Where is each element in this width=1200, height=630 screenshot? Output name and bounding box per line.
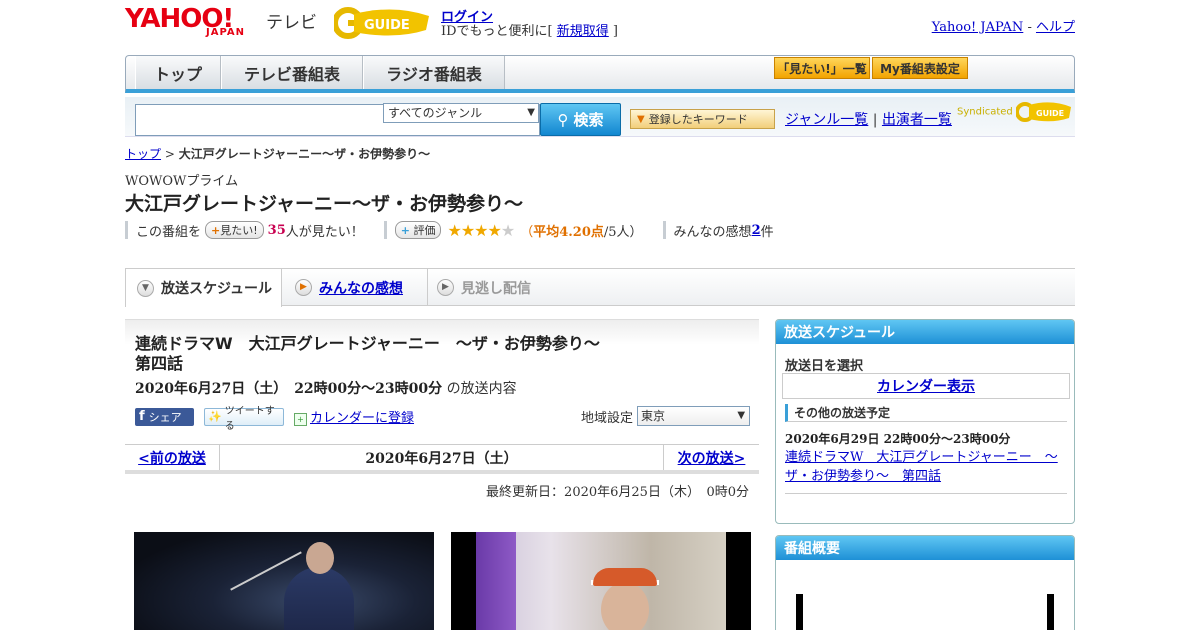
region-select[interactable]: 東京 ▼ [637, 406, 751, 426]
other-schedule-link[interactable]: 連続ドラマW 大江戸グレートジャーニー ～ザ・お伊勢参り～ 第四話 [785, 448, 1067, 486]
genre-select[interactable]: すべてのジャンル ▼ [383, 103, 539, 123]
nav-tab-top[interactable]: トップ [135, 56, 221, 89]
prev-broadcast-link[interactable]: <前の放送 [138, 448, 206, 468]
region-setting: 地域設定 東京 ▼ [581, 406, 751, 426]
other-schedule-date: 2020年6月29日 22時00分～23時00分 [785, 432, 1011, 446]
gguide-small-icon: GUIDE [1014, 102, 1071, 122]
calendar-display-button[interactable]: カレンダー表示 [782, 373, 1070, 399]
triangle-down-icon: ▼ [637, 113, 645, 125]
twitter-icon: ✨ [208, 410, 222, 423]
star-rating: ★★★★★ [447, 220, 515, 240]
gguide-text: GUIDE [364, 18, 410, 33]
help-link[interactable]: ヘルプ [1036, 20, 1075, 35]
calendar-icon: + [294, 413, 307, 426]
facebook-icon: f [139, 409, 145, 424]
plus-icon: + [211, 224, 221, 237]
search-bar: すべてのジャンル ▼ ⚲ 検索 ▼ 登録したキーワード ジャンル一覧 | 出演者一覧 … [125, 97, 1075, 137]
yahoo-japan-logo: JAPAN [206, 27, 245, 38]
play-icon: ▶ [295, 279, 312, 296]
tweet-button[interactable]: ✨ ツイートする [204, 406, 284, 432]
login-sub-text: IDでもっと便利に[ 新規取得 ] [441, 24, 618, 39]
facebook-share-button[interactable]: f シェア [135, 407, 194, 426]
tab-impressions[interactable]: ▶ みんなの感想 [295, 269, 425, 306]
program-photo-2 [451, 532, 751, 630]
channel-name: WOWOWプライム [125, 174, 239, 189]
select-date-label: 放送日を選択 [785, 359, 864, 374]
breadcrumb-current: 大江戸グレートジャーニー～ザ・お伊勢参り～ [178, 147, 431, 161]
chevron-down-icon: ▼ [737, 410, 746, 421]
sidebar-schedule: 放送スケジュール 放送日を選択 カレンダー表示 その他の放送予定 2020年6月… [775, 319, 1075, 524]
want-button[interactable]: +見たい! [205, 221, 264, 239]
rate-button[interactable]: + 評価 [394, 221, 442, 239]
breadcrumb: トップ > 大江戸グレートジャーニー～ザ・お伊勢参り～ [125, 147, 431, 161]
chevron-down-icon: ▼ [137, 279, 154, 297]
breadcrumb-home[interactable]: トップ [125, 147, 161, 161]
episode-time: 2020年6月27日（土） 22時00分～23時00分 の放送内容 [135, 381, 517, 397]
main-navbar: トップ テレビ番組表 ラジオ番組表 「見たい!」一覧 My番組表設定 [125, 55, 1075, 93]
register-link[interactable]: 新規取得 [557, 24, 609, 39]
program-meta: この番組を +見たい! 35 人が見たい！ + 評価 ★★★★★ （平均4.20点… [125, 220, 774, 240]
search-links: ジャンル一覧 | 出演者一覧 [785, 112, 952, 128]
tab-schedule[interactable]: ▼ 放送スケジュール [125, 269, 282, 307]
impressions-count-link[interactable]: 2 [752, 223, 761, 238]
keyword-button[interactable]: ▼ 登録したキーワード [630, 109, 775, 129]
play-icon: ▶ [437, 279, 454, 296]
sidebar-summary: 番組概要 [775, 535, 1075, 630]
search-icon: ⚲ [557, 110, 569, 129]
sidebar-schedule-head: 放送スケジュール [776, 320, 1074, 344]
search-button[interactable]: ⚲ 検索 [540, 103, 621, 136]
tv-logo-text[interactable]: テレビ [266, 8, 317, 33]
want-count: 35 [267, 222, 286, 238]
plus-icon: + [400, 224, 410, 237]
yahoo-japan-link[interactable]: Yahoo! JAPAN [932, 20, 1024, 35]
gguide-logo[interactable]: GUIDE [332, 6, 434, 40]
other-schedule-head: その他の放送予定 [785, 404, 1067, 422]
episode-title: 連続ドラマW 大江戸グレートジャーニー ～ザ・お伊勢参り～第四話 [135, 334, 600, 373]
sidebar-summary-head: 番組概要 [776, 536, 1074, 560]
page-title: 大江戸グレートジャーニー～ザ・お伊勢参り～ [125, 193, 524, 215]
next-broadcast-link[interactable]: 次の放送> [678, 448, 746, 468]
social-buttons: f シェア ✨ ツイートする + カレンダーに登録 [135, 406, 414, 432]
episode-box: 連続ドラマW 大江戸グレートジャーニー ～ザ・お伊勢参り～第四話 2020年6月… [125, 319, 759, 444]
broadcast-pager: <前の放送 2020年6月27日（土） 次の放送> [125, 444, 759, 474]
pager-current-date: 2020年6月27日（土） [365, 450, 518, 467]
content-tabs: ▼ 放送スケジュール ▶ みんなの感想 ▶ 見逃し配信 [125, 268, 1075, 307]
chevron-down-icon: ▼ [527, 107, 535, 118]
syndicated-gguide: Syndicated GUIDE [957, 101, 1072, 123]
nav-tab-tv[interactable]: テレビ番組表 [221, 56, 363, 89]
rating-average: 平均4.20点 [533, 224, 604, 240]
nav-tab-radio[interactable]: ラジオ番組表 [363, 56, 505, 89]
tab-vod[interactable]: ▶ 見逃し配信 [427, 269, 567, 306]
want-list-button[interactable]: 「見たい!」一覧 [774, 57, 870, 79]
top-right-links: Yahoo! JAPAN - ヘルプ [931, 20, 1075, 35]
last-updated: 最終更新日：2020年6月25日（木） 0時0分 [486, 485, 749, 500]
genre-list-link[interactable]: ジャンル一覧 [785, 112, 868, 128]
svg-text:GUIDE: GUIDE [1036, 109, 1064, 118]
my-schedule-button[interactable]: My番組表設定 [872, 57, 968, 79]
program-photo-1 [134, 532, 434, 630]
calendar-register-link[interactable]: カレンダーに登録 [310, 411, 414, 426]
cast-list-link[interactable]: 出演者一覧 [882, 112, 952, 128]
